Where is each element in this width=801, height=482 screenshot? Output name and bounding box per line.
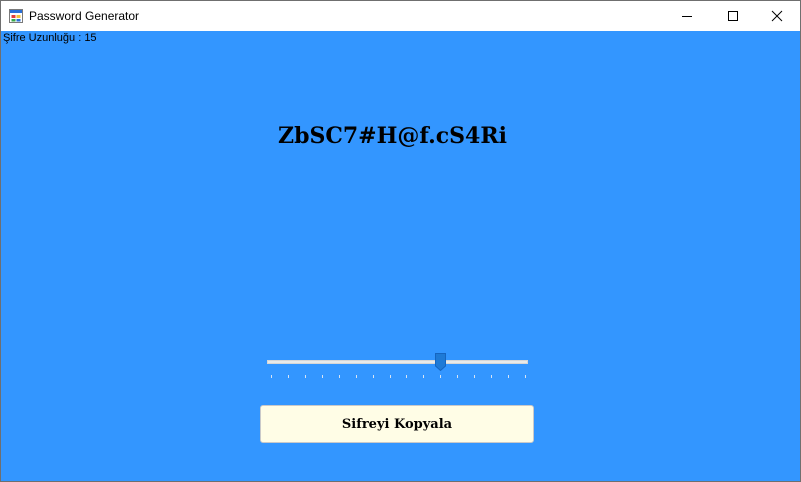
generated-password: ZbSC7#H@f.cS4Ri	[278, 123, 507, 149]
slider-tick	[525, 375, 526, 378]
slider-tick	[271, 375, 272, 378]
slider-tick	[321, 375, 323, 378]
slider-tick	[440, 375, 442, 378]
minimize-button[interactable]	[664, 1, 710, 31]
close-button[interactable]	[754, 1, 800, 31]
slider-tick	[372, 375, 374, 378]
slider-tick	[457, 375, 459, 378]
maximize-icon	[728, 11, 738, 21]
slider-tick	[304, 375, 306, 378]
slider-track[interactable]	[267, 360, 528, 364]
slider-tick	[491, 375, 493, 378]
minimize-icon	[682, 16, 692, 17]
slider-tick	[423, 375, 425, 378]
slider-tick	[287, 375, 289, 378]
password-length-label: Şifre Uzunluğu : 15	[3, 32, 97, 44]
slider-tick	[474, 375, 476, 378]
slider-tick	[389, 375, 391, 378]
slider-tick	[355, 375, 357, 378]
maximize-button[interactable]	[710, 1, 756, 31]
copy-password-button[interactable]: Sifreyi Kopyala	[260, 405, 534, 443]
slider-tick	[406, 375, 408, 378]
windows-form-icon	[9, 9, 23, 23]
slider-tick	[508, 375, 510, 378]
close-icon	[771, 10, 783, 22]
app-window: Password Generator Şifre Uzunluğu : 15 Z…	[0, 0, 801, 482]
title-bar[interactable]: Password Generator	[1, 1, 800, 31]
slider-thumb[interactable]	[435, 353, 447, 371]
slider-ticks	[265, 375, 531, 379]
slider-tick	[338, 375, 340, 378]
window-title: Password Generator	[29, 9, 140, 23]
password-length-slider[interactable]	[265, 351, 531, 381]
